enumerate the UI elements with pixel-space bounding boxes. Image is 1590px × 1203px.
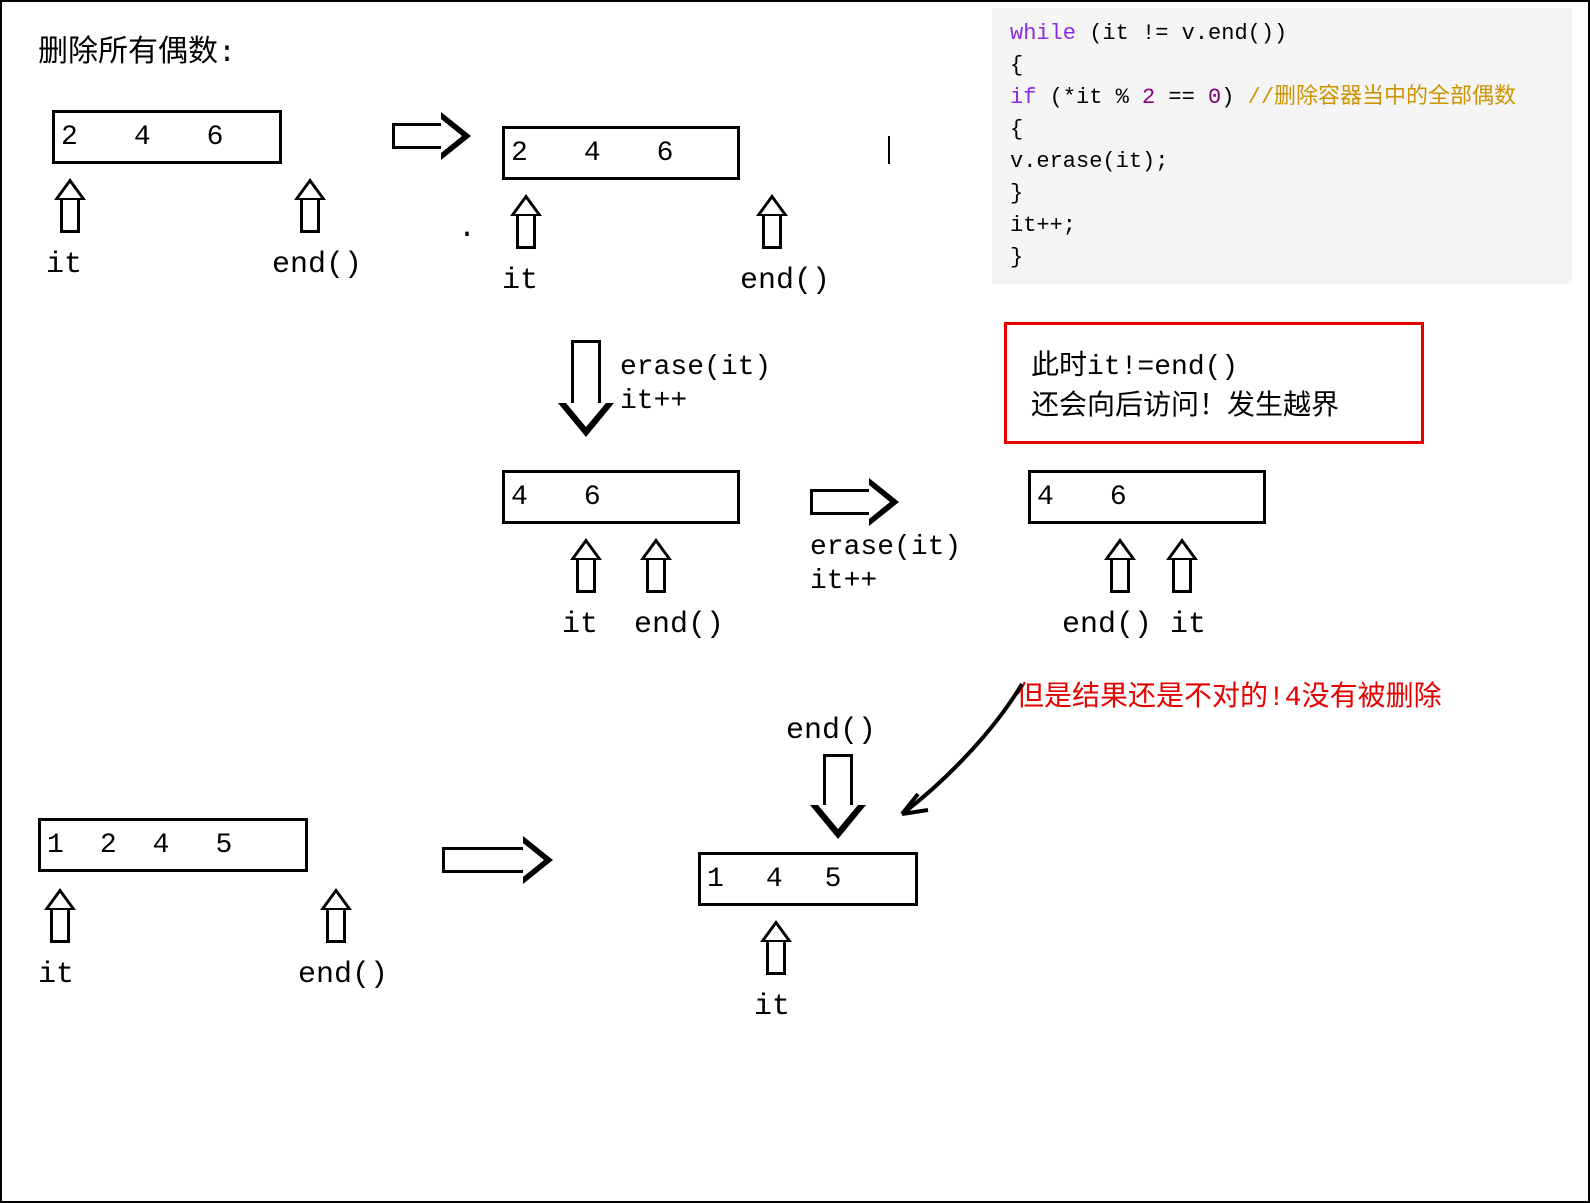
erase-label: erase(it) — [620, 352, 771, 383]
code-line-1: while (it != v.end()) — [1010, 18, 1554, 50]
erase-label: erase(it) — [810, 532, 961, 563]
text-cursor — [888, 136, 890, 169]
it-label: it — [754, 990, 790, 1024]
up-arrow-icon — [322, 888, 350, 940]
up-arrow-icon — [56, 178, 84, 230]
itpp-label: it++ — [620, 386, 687, 417]
it-label: it — [562, 608, 598, 642]
end-label: end() — [272, 248, 362, 282]
warning-line-1: 此时it!=end() — [1031, 343, 1397, 383]
array-box-6: 1 4 5 — [698, 852, 918, 906]
warning-box: 此时it!=end() 还会向后访问！发生越界 — [1004, 322, 1424, 444]
code-line-6: } — [1010, 178, 1554, 210]
end-label: end() — [634, 608, 724, 642]
end-label: end() — [740, 264, 830, 298]
up-arrow-icon — [46, 888, 74, 940]
right-arrow-icon — [392, 112, 471, 160]
code-line-2: { — [1010, 50, 1554, 82]
end-it-label: end() it — [1062, 608, 1206, 642]
code-line-7: it++; — [1010, 210, 1554, 242]
it-label: it — [502, 264, 538, 298]
right-arrow-icon — [810, 478, 899, 526]
code-line-5: v.erase(it); — [1010, 146, 1554, 178]
code-line-8: } — [1010, 242, 1554, 274]
down-arrow-icon — [810, 754, 866, 839]
up-arrow-icon — [572, 538, 600, 590]
array-box-3: 4 6 — [502, 470, 740, 524]
up-arrow-icon — [758, 194, 786, 246]
curved-arrow-icon — [882, 674, 1042, 824]
end-label: end() — [786, 714, 876, 748]
it-label: it — [38, 958, 74, 992]
up-arrow-icon — [1168, 538, 1196, 590]
up-arrow-icon — [512, 194, 540, 246]
diagram-canvas: 删除所有偶数: while (it != v.end()) { if (*it … — [0, 0, 1590, 1203]
code-line-3: if (*it % 2 == 0) //删除容器当中的全部偶数 — [1010, 82, 1554, 114]
array-box-1: 2 4 6 — [52, 110, 282, 164]
red-note: 但是结果还是不对的!4没有被删除 — [1016, 674, 1442, 714]
array-box-2: 2 4 6 — [502, 126, 740, 180]
page-title: 删除所有偶数: — [38, 26, 236, 71]
code-line-4: { — [1010, 114, 1554, 146]
up-arrow-icon — [1106, 538, 1134, 590]
it-label: it — [46, 248, 82, 282]
end-label: end() — [298, 958, 388, 992]
warning-line-2: 还会向后访问！发生越界 — [1031, 383, 1397, 423]
dot-mark: . — [458, 212, 476, 246]
array-box-5: 1 2 4 5 — [38, 818, 308, 872]
right-arrow-icon — [442, 836, 553, 884]
itpp-label: it++ — [810, 566, 877, 597]
code-block: while (it != v.end()) { if (*it % 2 == 0… — [992, 8, 1572, 284]
down-arrow-icon — [558, 340, 614, 437]
up-arrow-icon — [762, 920, 790, 972]
array-box-4: 4 6 — [1028, 470, 1266, 524]
up-arrow-icon — [642, 538, 670, 590]
up-arrow-icon — [296, 178, 324, 230]
